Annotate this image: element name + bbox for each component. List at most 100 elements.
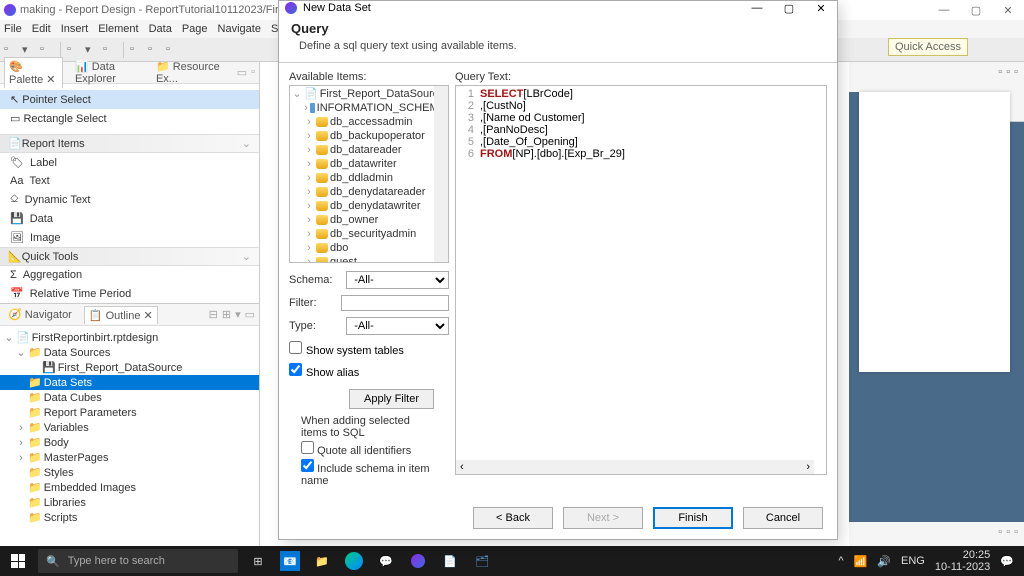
db-item[interactable]: ›guest [290, 255, 448, 263]
toolbar-btn-icon[interactable]: ▫ [998, 66, 1002, 78]
bottom-toolbar-icon[interactable]: ▫ [998, 526, 1002, 542]
tree-styles[interactable]: 📁Styles [0, 465, 259, 480]
tree-data-source-item[interactable]: 💾First_Report_DataSource [0, 360, 259, 375]
report-item-data[interactable]: 💾Data [0, 209, 259, 228]
tree-master-pages[interactable]: ›📁MasterPages [0, 450, 259, 465]
show-alias-checkbox[interactable]: Show alias [289, 363, 359, 379]
db-item[interactable]: ›db_datareader [290, 143, 448, 157]
toolbar-icon[interactable]: ▫ [67, 43, 81, 57]
close-button[interactable]: ✕ [996, 4, 1020, 17]
db-item[interactable]: ›db_securityadmin [290, 227, 448, 241]
toolbar-icon[interactable]: ▫ [4, 43, 18, 57]
filter-input[interactable] [341, 295, 449, 311]
show-system-checkbox[interactable]: Show system tables [289, 341, 404, 357]
quick-tools-header[interactable]: 📐 Quick Tools⌄ [0, 247, 259, 266]
query-horizontal-scrollbar[interactable]: ‹› [456, 460, 814, 474]
maximize-button[interactable]: ▢ [964, 4, 988, 17]
toolbar-icon[interactable]: ▫ [40, 43, 54, 57]
menu-insert[interactable]: Insert [61, 23, 89, 35]
toolbar-icon[interactable]: ▾ [85, 43, 99, 57]
type-select[interactable]: -All- [346, 317, 449, 335]
resource-explorer-tab[interactable]: 📁 Resource Ex... [152, 58, 229, 87]
tree-variables[interactable]: ›📁Variables [0, 420, 259, 435]
toolbar-icon[interactable]: ▫ [130, 43, 144, 57]
start-button[interactable] [0, 546, 36, 576]
dialog-close-button[interactable]: ✕ [811, 2, 831, 15]
toolbar-btn-icon[interactable]: ▫ [1006, 66, 1010, 78]
tree-scrollbar[interactable] [434, 86, 448, 262]
finish-button[interactable]: Finish [653, 507, 733, 529]
apply-filter-button[interactable]: Apply Filter [349, 389, 434, 409]
toolbar-icon[interactable]: ▾ [22, 43, 36, 57]
dialog-minimize-button[interactable]: — [747, 2, 767, 15]
quote-identifiers-checkbox[interactable]: Quote all identifiers [301, 441, 411, 457]
language-indicator[interactable]: ENG [901, 555, 925, 567]
taskbar-app-icon[interactable]: 📄 [440, 551, 460, 571]
chevron-up-icon[interactable]: ^ [838, 555, 843, 567]
db-item[interactable]: ›db_accessadmin [290, 115, 448, 129]
menu-edit[interactable]: Edit [32, 23, 51, 35]
tree-data-sets[interactable]: 📁Data Sets [0, 375, 259, 390]
schema-select[interactable]: -All- [346, 271, 449, 289]
toolbar-icon[interactable]: ▫ [103, 43, 117, 57]
taskbar-app-icon[interactable]: 🗂 [472, 551, 492, 571]
db-item[interactable]: ›dbo [290, 241, 448, 255]
volume-icon[interactable]: 🔊 [877, 555, 891, 568]
report-item-text[interactable]: AaText [0, 172, 259, 190]
back-button[interactable]: < Back [473, 507, 553, 529]
bottom-toolbar-icon[interactable]: ▫ [1014, 526, 1018, 542]
dialog-maximize-button[interactable]: ▢ [779, 2, 799, 15]
data-explorer-tab[interactable]: 📊 Data Explorer [71, 58, 144, 87]
available-items-tree[interactable]: ⌄📄First_Report_DataSource ›INFORMATION_S… [289, 85, 449, 263]
toolbar-icon[interactable]: ▫ [166, 43, 180, 57]
taskbar-clock[interactable]: 20:25 10-11-2023 [935, 549, 990, 573]
tree-embedded-images[interactable]: 📁Embedded Images [0, 480, 259, 495]
bottom-toolbar-icon[interactable]: ▫ [1006, 526, 1010, 542]
db-item[interactable]: ›db_denydatareader [290, 185, 448, 199]
network-icon[interactable]: 📶 [854, 555, 868, 568]
taskbar-eclipse-icon[interactable] [408, 551, 428, 571]
quick-tool-relative-time[interactable]: 📅Relative Time Period [0, 284, 259, 303]
tree-data-sources[interactable]: ⌄📁Data Sources [0, 345, 259, 360]
toolbar-icon[interactable]: ▫ [148, 43, 162, 57]
tree-root[interactable]: ⌄📄FirstReportinbirt.rptdesign [0, 330, 259, 345]
minimize-button[interactable]: — [932, 4, 956, 17]
db-item[interactable]: ›db_datawriter [290, 157, 448, 171]
cancel-button[interactable]: Cancel [743, 507, 823, 529]
tree-scripts[interactable]: 📁Scripts [0, 510, 259, 525]
taskbar-edge-icon[interactable] [344, 551, 364, 571]
taskbar-app-icon[interactable]: 📁 [312, 551, 332, 571]
taskbar-app-icon[interactable]: 💬 [376, 551, 396, 571]
report-item-dynamic-text[interactable]: ⎐Dynamic Text [0, 190, 259, 209]
next-button[interactable]: Next > [563, 507, 643, 529]
report-item-image[interactable]: 🖼Image [0, 228, 259, 247]
task-view-icon[interactable]: ⊞ [248, 551, 268, 571]
db-item[interactable]: ›db_ddladmin [290, 171, 448, 185]
menu-navigate[interactable]: Navigate [218, 23, 261, 35]
report-items-header[interactable]: 📄 Report Items⌄ [0, 134, 259, 153]
rectangle-select[interactable]: ▭ Rectangle Select [0, 109, 259, 128]
db-item[interactable]: ›db_owner [290, 213, 448, 227]
report-item-label[interactable]: 🏷Label [0, 153, 259, 172]
quick-tool-aggregation[interactable]: ΣAggregation [0, 266, 259, 284]
query-text-editor[interactable]: 1SELECT [LBrCode] 2 ,[CustNo] 3 ,[Name o… [455, 85, 827, 475]
menu-page[interactable]: Page [182, 23, 208, 35]
tree-data-cubes[interactable]: 📁Data Cubes [0, 390, 259, 405]
db-item[interactable]: ›INFORMATION_SCHEMA [290, 101, 448, 115]
db-item[interactable]: ›db_denydatawriter [290, 199, 448, 213]
db-item[interactable]: ›db_backupoperator [290, 129, 448, 143]
menu-element[interactable]: Element [98, 23, 138, 35]
outline-tab[interactable]: 📋 Outline ✕ [84, 306, 158, 324]
quick-access-box[interactable]: Quick Access [888, 38, 968, 56]
taskbar-app-icon[interactable]: 📧 [280, 551, 300, 571]
tree-body[interactable]: ›📁Body [0, 435, 259, 450]
tree-report-parameters[interactable]: 📁Report Parameters [0, 405, 259, 420]
menu-data[interactable]: Data [149, 23, 172, 35]
report-canvas[interactable] [859, 92, 1010, 372]
include-schema-checkbox[interactable]: Include schema in item name [301, 459, 437, 487]
toolbar-btn-icon[interactable]: ▫ [1014, 66, 1018, 78]
taskbar-search[interactable]: 🔍 Type here to search [38, 549, 238, 573]
menu-file[interactable]: File [4, 23, 22, 35]
notification-icon[interactable]: 💬 [1000, 555, 1014, 568]
pointer-select[interactable]: ↖ Pointer Select [0, 90, 259, 109]
